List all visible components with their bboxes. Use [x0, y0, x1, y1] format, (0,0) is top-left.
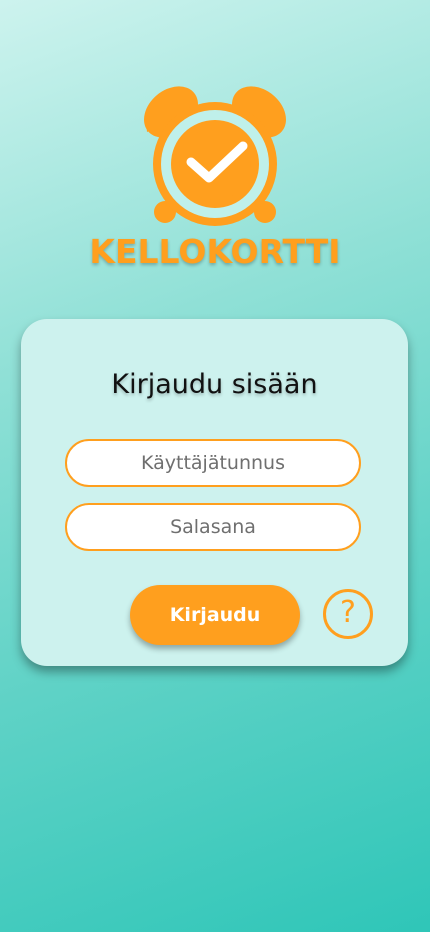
- question-circle-icon: ?: [340, 595, 356, 630]
- login-button[interactable]: Kirjaudu: [130, 585, 300, 645]
- username-input[interactable]: [65, 439, 361, 487]
- login-title: Kirjaudu sisään: [111, 369, 318, 400]
- brand-name: KELLOKORTTI: [89, 232, 341, 271]
- password-input[interactable]: [65, 503, 361, 551]
- login-card: Kirjaudu sisään Kirjaudu ?: [21, 319, 408, 666]
- alarm-clock-check-icon: [144, 86, 286, 226]
- help-button[interactable]: ?: [323, 589, 373, 639]
